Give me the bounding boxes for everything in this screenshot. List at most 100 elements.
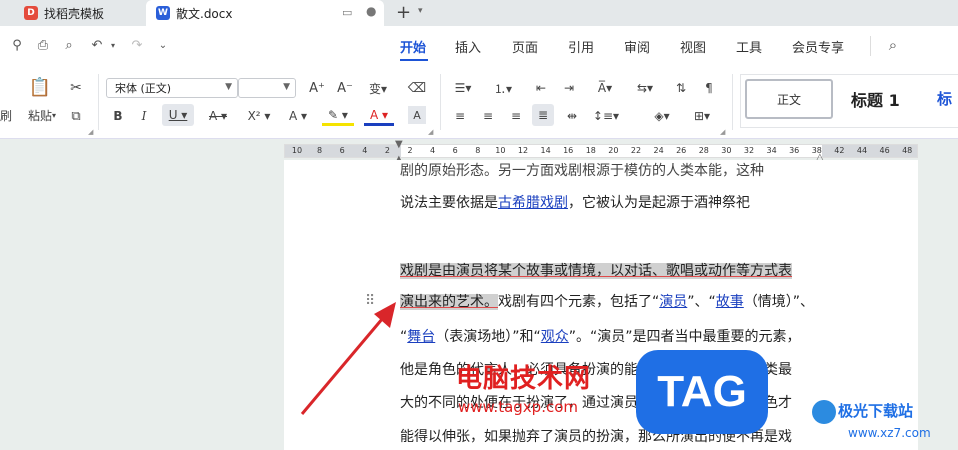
hyperlink[interactable]: 古希腊戏剧 [498,195,568,211]
sort-icon[interactable]: ⇅ [670,78,692,98]
ruler-tick-label: 8 [475,146,481,155]
menu-tools[interactable]: 工具 [736,37,762,56]
font-name-select[interactable]: 宋体 (正文) ▼ [106,78,238,98]
paragraph-line: 说法主要依据是古希腊戏剧，它被认为是起源于酒神祭祀 [400,192,750,212]
search-icon[interactable]: ⌕ [884,36,902,54]
paste-icon[interactable]: 📋 [28,76,52,98]
text-direction-icon[interactable]: ⇆▾ [632,78,658,98]
ruler-tick-label: 48 [902,146,913,155]
ruler-tick-label: 22 [630,146,642,155]
print-icon[interactable]: ⎙ [34,36,52,54]
char-shading-icon[interactable]: A [408,106,426,124]
watermark-url: www.tagxp.com [458,398,578,416]
phonetic-icon[interactable]: 变▾ [364,78,392,98]
copy-icon[interactable]: ⧉ [66,106,86,126]
paragraph-line: “舞台（表演场地）”和“观众”。“演员”是四者当中最重要的元素， [400,326,801,346]
tab-document[interactable]: W 散文.docx ▭ ● [146,0,384,26]
strikethrough-icon[interactable]: A ▾ [204,106,232,126]
italic-icon[interactable]: I [134,106,154,126]
clear-format-icon[interactable]: ⌫ [406,78,428,98]
hyperlink[interactable]: 观众 [541,329,569,345]
text: ”、“ [687,294,716,310]
align-left-icon[interactable]: ≡ [450,106,470,126]
ruler-tick-label: 18 [585,146,596,155]
chevron-down-icon[interactable]: ▾ [418,6,423,16]
text-effect-icon[interactable]: A ▾ [284,106,312,126]
paragraph-launcher-icon[interactable]: ◢ [720,128,725,136]
underline-button[interactable]: U ▾ [162,104,194,126]
ruler-tick-label: 6 [339,146,345,155]
hyperlink[interactable]: 演员 [659,294,687,310]
font-launcher-icon[interactable]: ◢ [428,128,433,136]
borders-icon[interactable]: ⊞▾ [688,106,716,126]
ruler-tick-label: 36 [789,146,800,155]
ruler-tick-label: 34 [766,146,777,155]
paste-button[interactable]: 粘贴 ▾ [22,106,62,124]
selected-text[interactable]: 戏剧是由演员将某个故事或情境，以对话、歌唱或动作等方式表 [400,263,792,279]
text: （表演场地）”和“ [435,329,541,345]
align-center-icon[interactable]: ≡ [478,106,498,126]
increase-indent-icon[interactable]: ⇥ [558,78,580,98]
style-heading-1[interactable]: 标题 1 [851,87,900,111]
undo-dropdown-icon[interactable]: ▾ [104,36,122,54]
divider [870,36,871,56]
clipboard-launcher-icon[interactable]: ◢ [88,128,93,136]
ruler-tick-label: 44 [856,146,868,155]
highlight-icon[interactable]: ✎ ▾ [322,106,354,126]
ruler-tick-label: 10 [495,146,506,155]
tab-docer[interactable]: D 找稻壳模板 [14,0,142,26]
grow-font-icon[interactable]: A⁺ [306,78,328,98]
ruler-tick-label: 14 [540,146,551,155]
chevron-down-icon: ▼ [283,82,290,92]
monitor-icon[interactable]: ▭ [342,6,352,19]
link-icon[interactable]: ⚲ [8,36,26,54]
format-painter-label[interactable]: 刷 [0,106,12,124]
ribbon: 刷 📋 粘贴 ▾ ✂ ⧉ ◢ 宋体 (正文) ▼ ▼ A⁺ A⁻ 变▾ ⌫ B I … [0,66,958,139]
bold-icon[interactable]: B [108,106,128,126]
arrow-shaft [300,311,390,415]
menu-insert[interactable]: 插入 [455,37,481,56]
ruler-tick-label: 24 [653,146,664,155]
font-size-select[interactable]: ▼ [238,78,296,98]
hyperlink[interactable]: 故事 [716,294,744,310]
menu-view[interactable]: 视图 [680,37,706,56]
font-color-icon[interactable]: A ▾ [364,106,394,126]
text: 戏剧有四个元素，包括了“ [498,294,660,310]
asian-layout-icon[interactable]: A̅▾ [592,78,618,98]
numbered-list-icon[interactable]: ⒈▾ [490,78,516,98]
menu-reference[interactable]: 引用 [568,37,594,56]
ruler-tick-label: 2 [384,146,390,155]
unsaved-dot-icon[interactable]: ● [366,4,376,18]
bullet-list-icon[interactable]: ☰▾ [450,78,476,98]
style-heading-2[interactable]: 标 [937,88,952,109]
more-chevron-icon[interactable]: ⌄ [154,36,172,54]
distribute-icon[interactable]: ⇹ [562,106,582,126]
divider [98,74,99,130]
redo-icon[interactable]: ↷ [128,36,146,54]
line-spacing-icon[interactable]: ↕≡▾ [592,106,620,126]
menu-page[interactable]: 页面 [512,37,538,56]
justify-icon[interactable]: ≣ [532,104,554,126]
decrease-indent-icon[interactable]: ⇤ [530,78,552,98]
print-preview-icon[interactable]: ⌕ [60,36,78,54]
text: （情境）”、 [743,294,815,310]
shrink-font-icon[interactable]: A⁻ [334,78,356,98]
shading-icon[interactable]: ◈▾ [648,106,676,126]
new-tab-plus-icon[interactable]: + [396,2,411,23]
menu-member[interactable]: 会员专享 [792,37,844,56]
font-name-value: 宋体 (正文) [115,82,172,95]
style-normal[interactable]: 正文 [745,79,833,119]
ruler-tick-label: 42 [834,146,845,155]
menu-start[interactable]: 开始 [400,37,426,56]
menu-review[interactable]: 审阅 [624,37,650,56]
align-right-icon[interactable]: ≡ [506,106,526,126]
hyperlink[interactable]: 舞台 [407,329,435,345]
tab-label: 找稻壳模板 [44,6,105,21]
superscript-icon[interactable]: X² ▾ [244,106,274,126]
text: 说法主要依据是 [400,195,498,211]
selected-text[interactable]: 演出来的艺术。 [400,294,498,310]
menu-bar: ⚲ ⎙ ⌕ ↶ ▾ ↷ ⌄ 开始 插入 页面 引用 审阅 视图 工具 会员专享 … [0,26,958,66]
show-marks-icon[interactable]: ¶ [698,78,720,98]
first-indent-marker-icon[interactable]: ▼ [395,139,403,150]
cut-icon[interactable]: ✂ [66,78,86,98]
